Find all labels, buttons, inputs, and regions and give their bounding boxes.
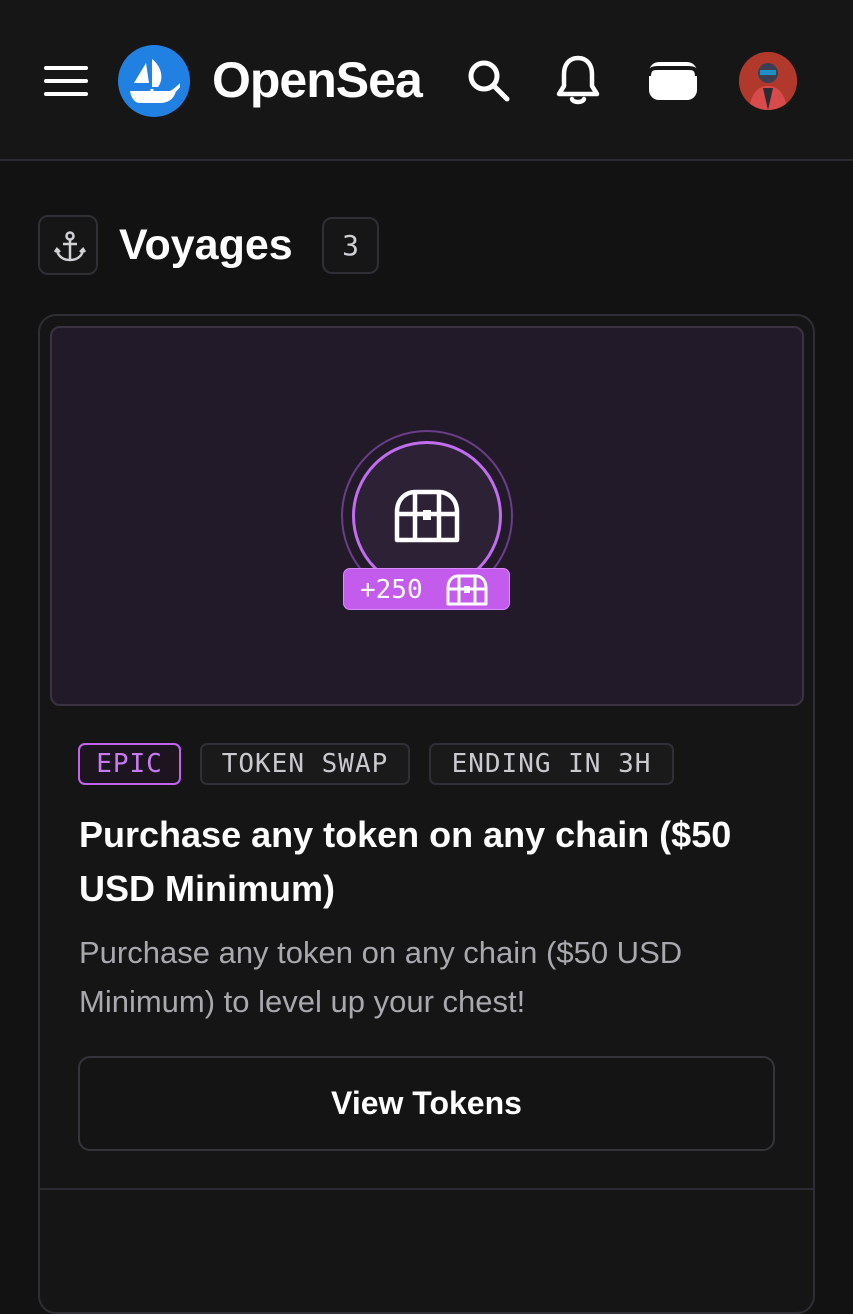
reward-badge: +250 <box>343 568 510 610</box>
rarity-tag: EPIC <box>78 743 181 785</box>
anchor-icon-box <box>38 215 98 275</box>
section-title: Voyages <box>119 221 293 269</box>
avatar-image <box>739 52 797 110</box>
treasure-chest-icon <box>446 574 488 606</box>
hamburger-menu-icon[interactable] <box>44 66 88 96</box>
treasure-chest-icon <box>394 489 460 543</box>
voyage-type-tag: TOKEN SWAP <box>200 743 410 785</box>
view-tokens-button[interactable]: View Tokens <box>78 1056 775 1151</box>
voyage-count-badge: 3 <box>322 217 379 274</box>
wallet-icon[interactable] <box>646 56 700 104</box>
voyage-description: Purchase any token on any chain ($50 USD… <box>79 935 683 1019</box>
search-icon[interactable] <box>464 56 512 104</box>
user-avatar[interactable] <box>739 52 797 110</box>
opensea-logo-icon[interactable] <box>118 45 190 117</box>
anchor-icon <box>53 231 87 262</box>
reward-points: +250 <box>360 575 423 605</box>
card-divider <box>40 1188 813 1190</box>
voyage-title: Purchase any token on any chain ($50 USD… <box>79 814 732 909</box>
brand-name[interactable]: OpenSea <box>212 50 423 110</box>
bell-icon[interactable] <box>554 54 602 106</box>
top-nav-bar: OpenSea <box>0 0 853 161</box>
time-remaining-tag: ENDING IN 3H <box>429 743 674 785</box>
